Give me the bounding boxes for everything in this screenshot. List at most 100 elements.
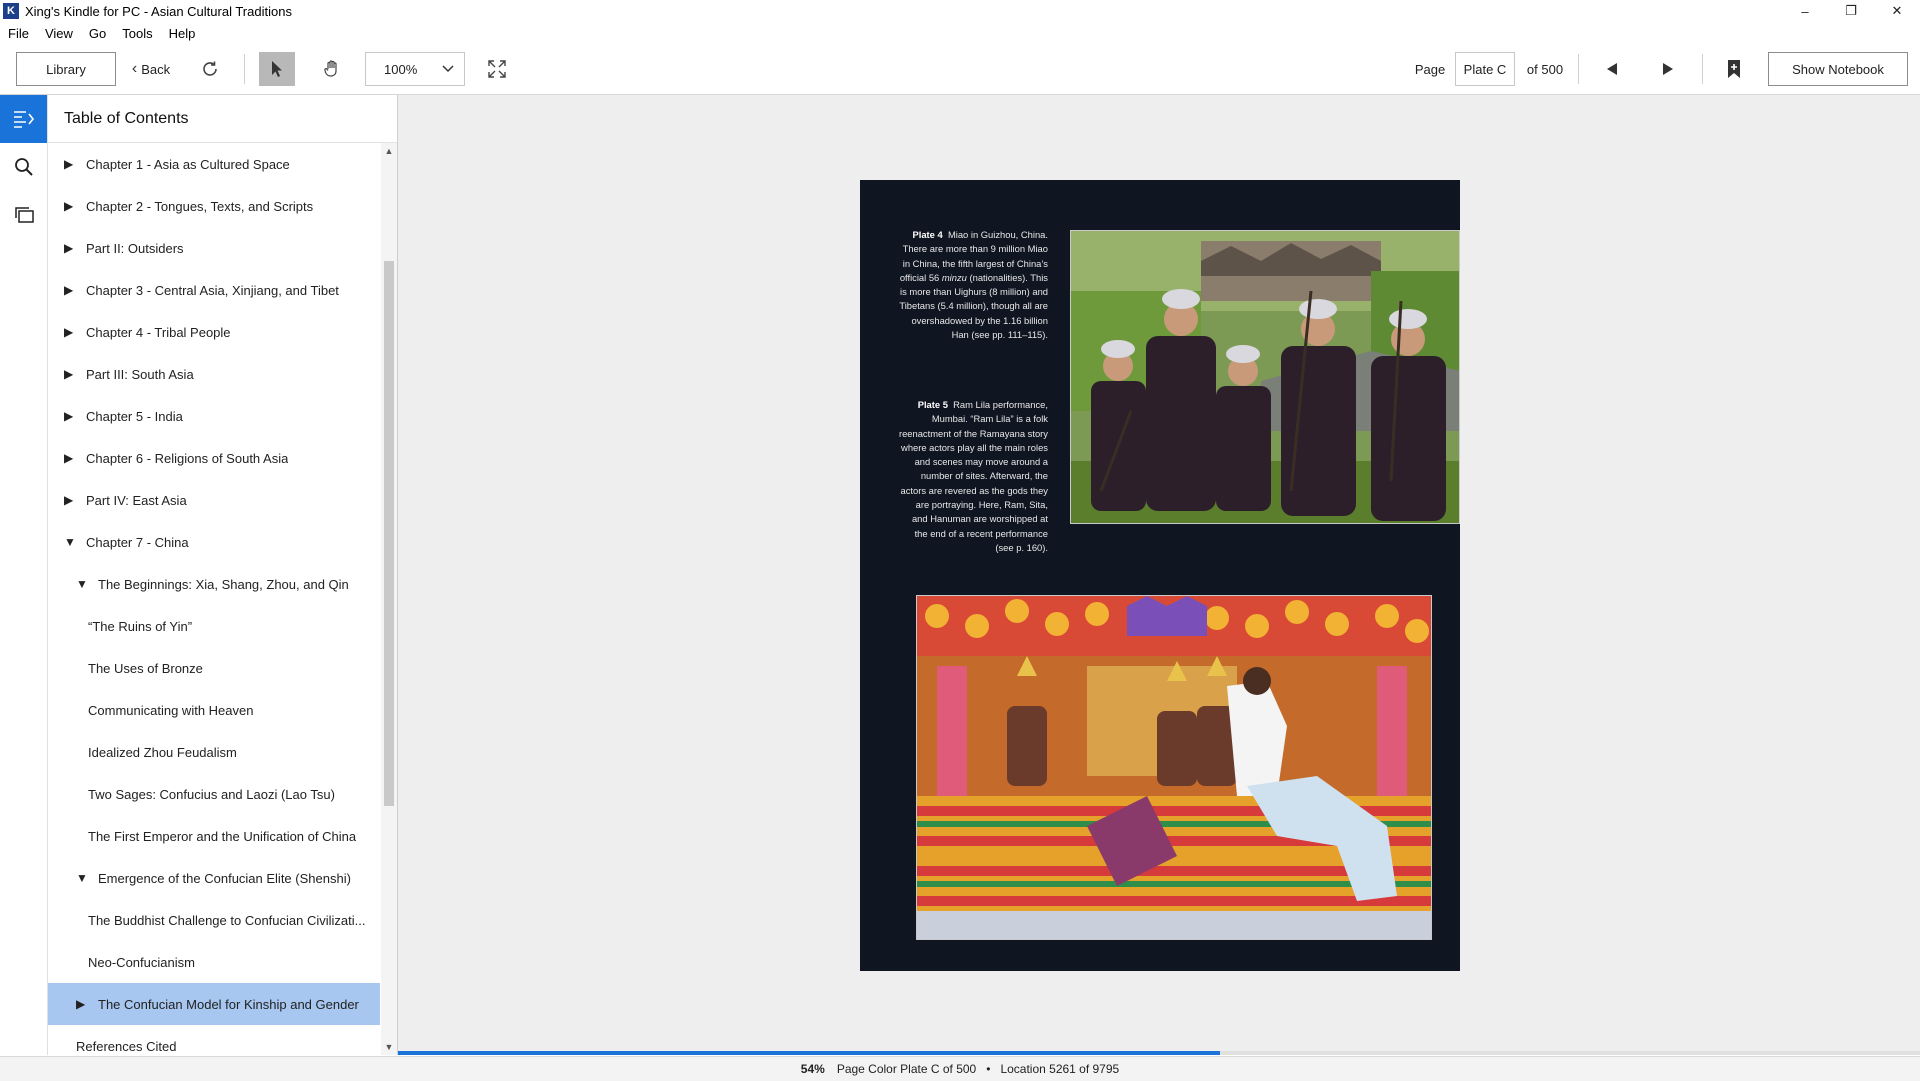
next-page-button[interactable] bbox=[1656, 52, 1680, 86]
toc-item-label: Chapter 4 - Tribal People bbox=[86, 324, 231, 340]
triangle-right-icon bbox=[1663, 63, 1673, 75]
expanded-triangle-icon[interactable]: ▼ bbox=[76, 871, 92, 885]
ram-lila-photo-image bbox=[917, 596, 1431, 939]
expanded-triangle-icon[interactable]: ▼ bbox=[76, 577, 92, 591]
fullscreen-button[interactable] bbox=[482, 52, 512, 86]
toc-item[interactable]: ▶ Chapter 1 - Asia as Cultured Space bbox=[48, 143, 380, 185]
location-status: Location 5261 of 9795 bbox=[1000, 1062, 1120, 1076]
menu-view[interactable]: View bbox=[45, 26, 73, 41]
toc-item[interactable]: ▶ Part II: Outsiders bbox=[48, 227, 380, 269]
toc-item-label: The Confucian Model for Kinship and Gend… bbox=[98, 996, 359, 1012]
menu-file[interactable]: File bbox=[8, 26, 29, 41]
minimize-button[interactable]: – bbox=[1782, 0, 1828, 22]
show-notebook-button[interactable]: Show Notebook bbox=[1768, 52, 1908, 86]
window-controls: – ❐ ✕ bbox=[1782, 0, 1920, 22]
page-input[interactable]: Plate C bbox=[1455, 52, 1515, 86]
toc-item[interactable]: The First Emperor and the Unification of… bbox=[48, 815, 380, 857]
collapsed-triangle-icon[interactable]: ▶ bbox=[64, 367, 80, 381]
toc-item[interactable]: ▶ Part IV: East Asia bbox=[48, 479, 380, 521]
page-label: Page bbox=[1414, 61, 1446, 77]
collapsed-triangle-icon[interactable]: ▶ bbox=[64, 451, 80, 465]
page-total: of 500 bbox=[1526, 61, 1564, 77]
toc-tab[interactable] bbox=[0, 95, 47, 143]
toc-item[interactable]: The Uses of Bronze bbox=[48, 647, 380, 689]
collapsed-triangle-icon[interactable]: ▶ bbox=[64, 199, 80, 213]
zoom-select[interactable]: 100% bbox=[365, 52, 465, 86]
toc-item-label: Communicating with Heaven bbox=[88, 702, 254, 718]
sidebar-rail bbox=[0, 95, 48, 1055]
scroll-thumb[interactable] bbox=[384, 261, 394, 806]
toc-item[interactable]: Idealized Zhou Feudalism bbox=[48, 731, 380, 773]
toolbar-divider bbox=[244, 54, 245, 84]
toc-item[interactable]: ▶ Chapter 4 - Tribal People bbox=[48, 311, 380, 353]
toolbar-divider bbox=[1578, 54, 1579, 84]
toc-item-label: The Buddhist Challenge to Confucian Civi… bbox=[88, 912, 366, 928]
toc-item[interactable]: ▶ Chapter 5 - India bbox=[48, 395, 380, 437]
back-label: Back bbox=[141, 61, 171, 77]
toc-item-label: The Uses of Bronze bbox=[88, 660, 203, 676]
hand-tool-button[interactable] bbox=[314, 52, 350, 86]
toc-item[interactable]: ▶ Part III: South Asia bbox=[48, 353, 380, 395]
collapsed-triangle-icon[interactable]: ▶ bbox=[76, 997, 92, 1011]
bookmark-button[interactable] bbox=[1722, 52, 1746, 86]
toc-item[interactable]: ▶ Chapter 2 - Tongues, Texts, and Scripts bbox=[48, 185, 380, 227]
reading-progress-fill bbox=[398, 1051, 1220, 1055]
collapsed-triangle-icon[interactable]: ▶ bbox=[64, 409, 80, 423]
toc-item[interactable]: Two Sages: Confucius and Laozi (Lao Tsu) bbox=[48, 773, 380, 815]
toc-item-label: Chapter 3 - Central Asia, Xinjiang, and … bbox=[86, 282, 339, 298]
window-title: Xing's Kindle for PC - Asian Cultural Tr… bbox=[25, 3, 292, 19]
close-button[interactable]: ✕ bbox=[1874, 0, 1920, 22]
toc-item[interactable]: Neo-Confucianism bbox=[48, 941, 380, 983]
toc-item[interactable]: ▼ Emergence of the Confucian Elite (Shens… bbox=[48, 857, 380, 899]
reading-progress-bar[interactable] bbox=[398, 1051, 1920, 1055]
toc-item[interactable]: ▶ Chapter 3 - Central Asia, Xinjiang, and… bbox=[48, 269, 380, 311]
sync-button[interactable] bbox=[196, 52, 224, 86]
maximize-button[interactable]: ❐ bbox=[1828, 0, 1874, 22]
fullscreen-icon bbox=[488, 60, 506, 78]
back-button[interactable]: ‹ Back bbox=[126, 52, 176, 86]
previous-page-button[interactable] bbox=[1600, 52, 1624, 86]
status-bar: 54% Page Color Plate C of 500 • Location… bbox=[0, 1056, 1920, 1081]
library-button[interactable]: Library bbox=[16, 52, 116, 86]
toc-item-label: Two Sages: Confucius and Laozi (Lao Tsu) bbox=[88, 786, 335, 802]
menu-help[interactable]: Help bbox=[169, 26, 196, 41]
flashcards-tab[interactable] bbox=[0, 191, 47, 239]
collapsed-triangle-icon[interactable]: ▶ bbox=[64, 241, 80, 255]
collapsed-triangle-icon[interactable]: ▶ bbox=[64, 325, 80, 339]
bookmark-add-icon bbox=[1728, 60, 1740, 78]
toc-item-label: Chapter 5 - India bbox=[86, 408, 183, 424]
title-bar: K Xing's Kindle for PC - Asian Cultural … bbox=[0, 0, 1920, 22]
toc-item[interactable]: ▼ Chapter 7 - China bbox=[48, 521, 380, 563]
toc-item-label: Chapter 2 - Tongues, Texts, and Scripts bbox=[86, 198, 314, 214]
toc-title: Table of Contents bbox=[48, 95, 397, 143]
toc-item-label: Chapter 1 - Asia as Cultured Space bbox=[86, 156, 290, 172]
toc-item-label: References Cited bbox=[76, 1038, 177, 1054]
miao-photo bbox=[1070, 230, 1460, 524]
collapsed-triangle-icon[interactable]: ▶ bbox=[64, 283, 80, 297]
collapsed-triangle-icon[interactable]: ▶ bbox=[64, 493, 80, 507]
reading-area[interactable]: Plate 4 Miao in Guizhou, China. There ar… bbox=[398, 95, 1920, 1055]
plate-4-label: Plate 4 bbox=[912, 229, 943, 240]
scroll-up-icon[interactable]: ▲ bbox=[381, 143, 397, 159]
toc-list: ▶ Chapter 1 - Asia as Cultured Space ▶ Chap… bbox=[48, 143, 380, 1055]
search-icon bbox=[14, 158, 33, 176]
toc-item[interactable]: ▶ Chapter 6 - Religions of South Asia bbox=[48, 437, 380, 479]
toolbar-divider bbox=[1702, 54, 1703, 84]
expanded-triangle-icon[interactable]: ▼ bbox=[64, 535, 80, 549]
toc-item[interactable]: ▶ The Confucian Model for Kinship and Gen… bbox=[48, 983, 380, 1025]
triangle-left-icon bbox=[1607, 63, 1617, 75]
scroll-down-icon[interactable]: ▼ bbox=[381, 1039, 397, 1055]
menu-go[interactable]: Go bbox=[89, 26, 106, 41]
cursor-arrow-icon bbox=[272, 61, 282, 77]
select-tool-button[interactable] bbox=[259, 52, 295, 86]
toc-item-label: Chapter 7 - China bbox=[86, 534, 189, 550]
menu-tools[interactable]: Tools bbox=[122, 26, 152, 41]
toc-item[interactable]: The Buddhist Challenge to Confucian Civi… bbox=[48, 899, 380, 941]
search-tab[interactable] bbox=[0, 143, 47, 191]
collapsed-triangle-icon[interactable]: ▶ bbox=[64, 157, 80, 171]
toc-scrollbar[interactable]: ▲ ▼ bbox=[381, 143, 397, 1055]
toc-item[interactable]: “The Ruins of Yin” bbox=[48, 605, 380, 647]
toc-item[interactable]: References Cited bbox=[48, 1025, 380, 1055]
toc-item[interactable]: ▼ The Beginnings: Xia, Shang, Zhou, and Q… bbox=[48, 563, 380, 605]
toc-item[interactable]: Communicating with Heaven bbox=[48, 689, 380, 731]
